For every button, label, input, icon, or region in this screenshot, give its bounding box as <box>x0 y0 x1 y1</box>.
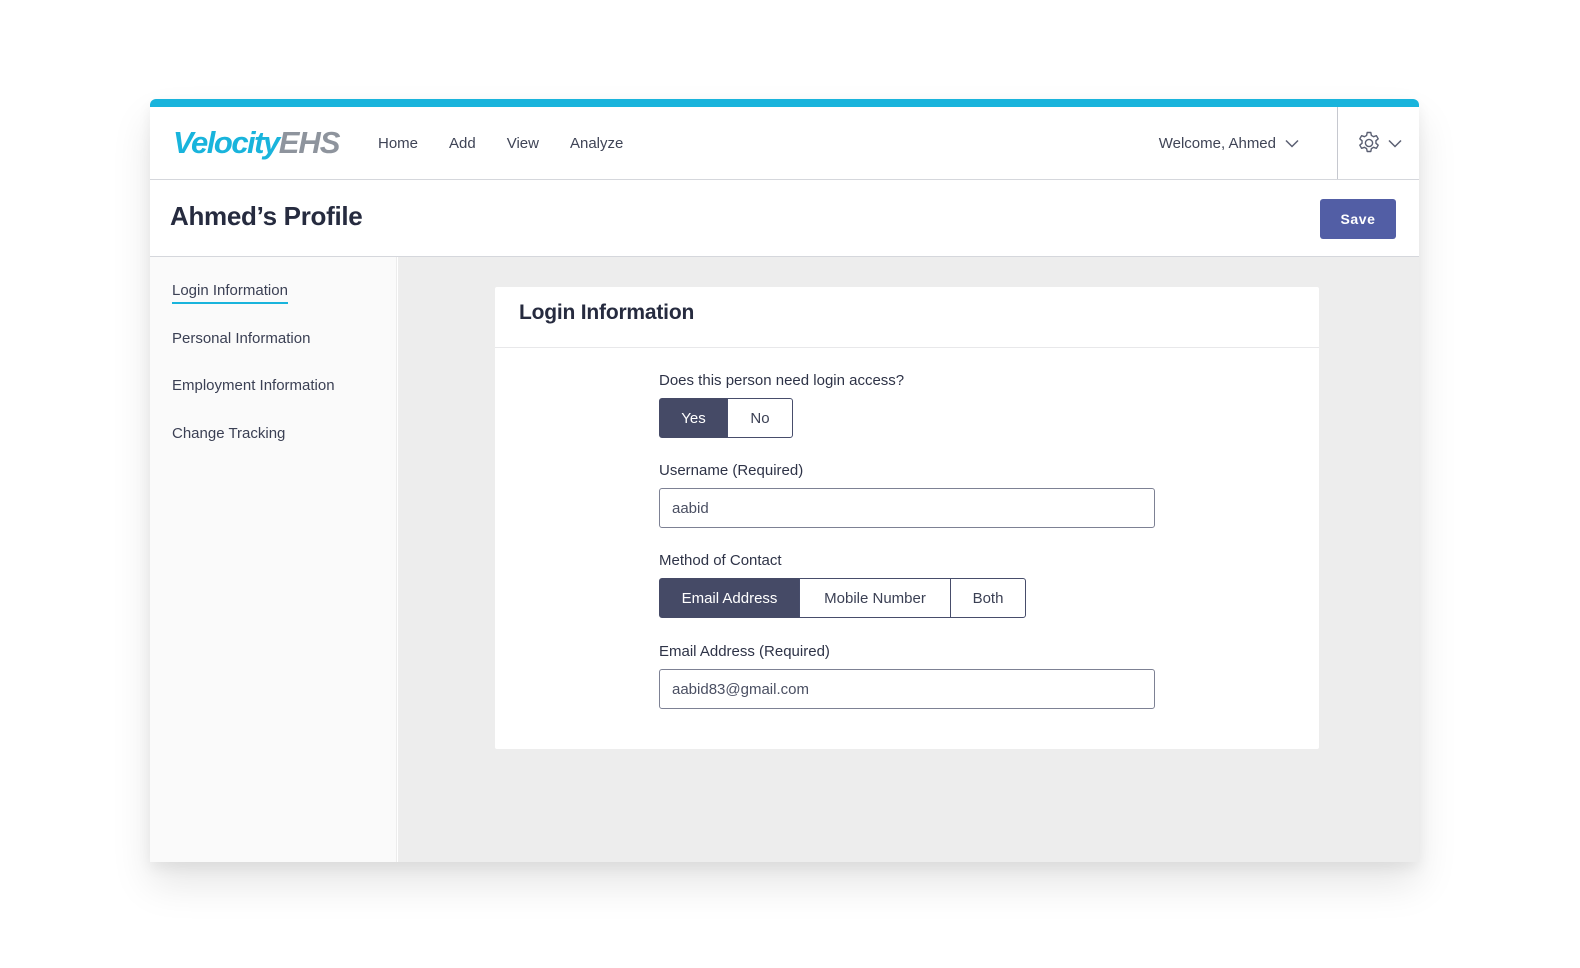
welcome-text: Welcome, Ahmed <box>1158 134 1276 152</box>
contact-method-label: Method of Contact <box>659 552 782 569</box>
app-window: VelocityEHS Home Add View Analyze Welcom… <box>150 99 1419 862</box>
accent-bar <box>150 99 1419 107</box>
profile-sidebar: Login Information Personal Information E… <box>150 257 397 862</box>
gear-icon <box>1359 131 1379 153</box>
login-information-card: Login Information Does this person need … <box>495 287 1319 749</box>
nav-home[interactable]: Home <box>378 135 418 152</box>
contact-mobile-button[interactable]: Mobile Number <box>799 578 951 618</box>
sidebar-item-login-information[interactable]: Login Information <box>172 282 288 304</box>
email-label: Email Address (Required) <box>659 643 830 660</box>
sidebar-item-employment-information[interactable]: Employment Information <box>172 377 335 394</box>
login-access-no-button[interactable]: No <box>727 398 793 438</box>
content-area: Login Information Personal Information E… <box>150 257 1419 862</box>
login-access-label: Does this person need login access? <box>659 372 905 389</box>
sidebar-item-change-tracking[interactable]: Change Tracking <box>172 425 285 442</box>
nav-add[interactable]: Add <box>449 135 476 152</box>
nav-divider <box>1337 107 1338 179</box>
logo-primary: Velocity <box>173 125 280 160</box>
top-navigation: VelocityEHS Home Add View Analyze Welcom… <box>150 107 1419 180</box>
velocity-ehs-logo[interactable]: VelocityEHS <box>173 123 341 163</box>
settings-menu[interactable] <box>1356 107 1402 179</box>
email-input[interactable] <box>659 669 1155 709</box>
card-title: Login Information <box>519 301 695 324</box>
chevron-down-icon <box>1388 139 1402 148</box>
card-header: Login Information <box>495 287 1319 348</box>
username-label: Username (Required) <box>659 462 804 479</box>
user-menu[interactable]: Welcome, Ahmed <box>1159 107 1299 179</box>
page-title: Ahmed’s Profile <box>170 201 363 231</box>
contact-both-button[interactable]: Both <box>950 578 1026 618</box>
chevron-down-icon <box>1285 139 1299 148</box>
nav-view[interactable]: View <box>507 135 539 152</box>
main-nav: Home Add View Analyze <box>378 107 654 179</box>
username-input[interactable] <box>659 488 1155 528</box>
contact-email-button[interactable]: Email Address <box>659 578 800 618</box>
logo-secondary: EHS <box>278 125 341 160</box>
save-button[interactable]: Save <box>1320 199 1396 239</box>
page-header: Ahmed’s Profile Save <box>150 180 1419 257</box>
sidebar-item-personal-information[interactable]: Personal Information <box>172 330 310 347</box>
nav-analyze[interactable]: Analyze <box>570 135 623 152</box>
main-panel: Login Information Does this person need … <box>398 257 1419 862</box>
login-access-toggle: Yes No <box>659 398 793 438</box>
contact-method-toggle: Email Address Mobile Number Both <box>659 578 1026 618</box>
login-access-yes-button[interactable]: Yes <box>659 398 728 438</box>
